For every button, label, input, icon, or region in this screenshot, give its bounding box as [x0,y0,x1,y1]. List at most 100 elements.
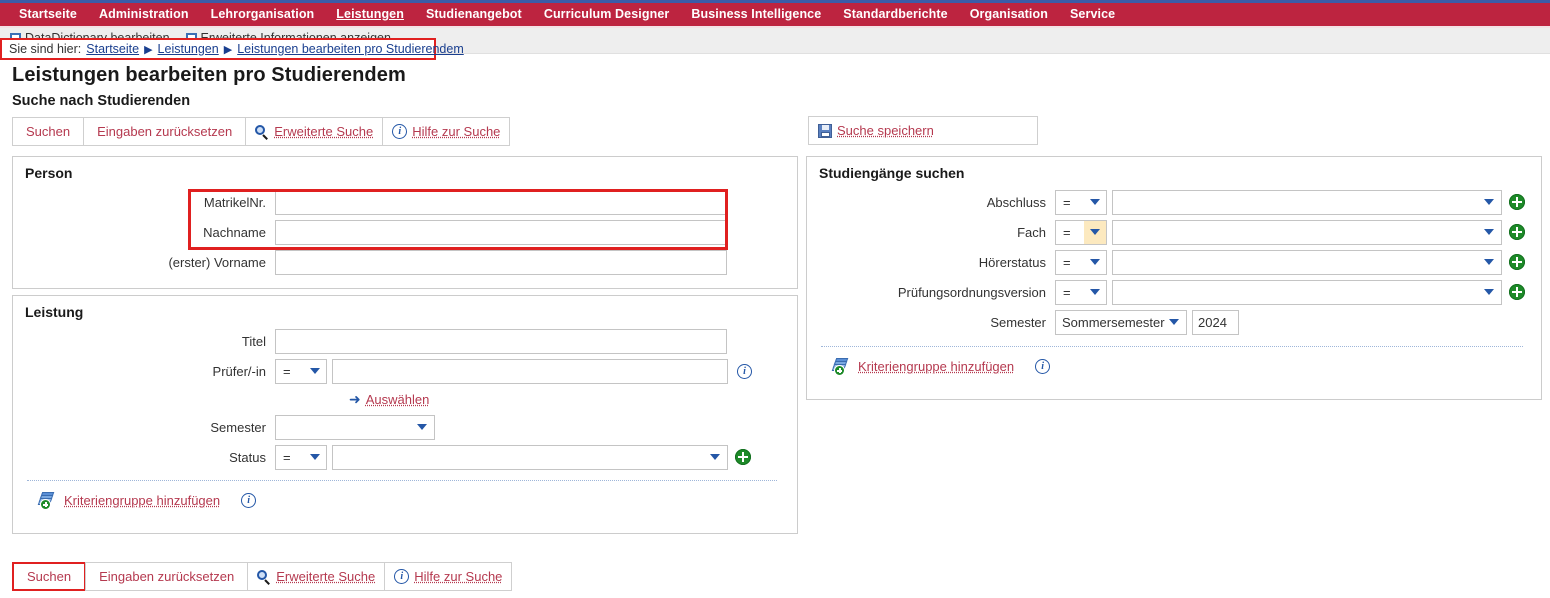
plus-circle-icon-fach[interactable] [1509,224,1525,240]
save-toolbar-spacer [942,116,1038,145]
select-semester-term-value: Sommersemester [1062,314,1165,330]
advanced-search-button-top[interactable]: Erweiterte Suche [245,117,384,146]
chevron-down-icon [1090,229,1100,235]
chevron-down-icon [1169,319,1179,325]
label-status: Status [229,449,266,465]
advanced-search-button-bottom[interactable]: Erweiterte Suche [247,562,386,591]
info-icon[interactable]: i [241,492,257,508]
nav-item-service[interactable]: Service [1059,3,1126,26]
label-pruefer: Prüfer/-in [212,363,266,379]
chevron-down-icon [1484,199,1494,205]
input-vorname[interactable] [275,249,727,275]
plus-circle-icon-abschluss[interactable] [1509,194,1525,210]
field-row-nachname: Nachname [23,217,787,247]
plus-circle-icon-pruefungsordnungsversion[interactable] [1509,284,1525,300]
auswaehlen-label: Auswählen [365,391,430,407]
breadcrumb-item-current[interactable]: Leistungen bearbeiten pro Studierendem [237,42,464,56]
arrow-right-icon: ➜ [349,390,361,407]
nav-item-curriculum-designer[interactable]: Curriculum Designer [533,3,681,26]
studiengaenge-panel: Studiengänge suchen Abschluss = Fach = H… [806,156,1542,400]
input-semester-year[interactable] [1192,309,1239,335]
search-form-columns: Person MatrikelNr. Nachname (erster) Vor… [0,156,1550,548]
info-icon[interactable]: i [737,363,752,379]
select-abschluss-operator[interactable]: = [1055,189,1107,215]
select-status-operator[interactable]: = [275,444,327,470]
nav-item-startseite[interactable]: Startseite [8,3,88,26]
field-row-pruefer: Prüfer/-in = i [23,356,787,386]
main-navigation: Startseite Administration Lehrorganisati… [0,3,1550,26]
nav-item-lehrorganisation[interactable]: Lehrorganisation [200,3,326,26]
nav-item-studienangebot[interactable]: Studienangebot [415,3,533,26]
add-criteria-group-left[interactable]: Kriteriengruppe hinzufügen i [23,492,787,509]
nav-item-standardberichte[interactable]: Standardberichte [832,3,958,26]
advanced-search-label: Erweiterte Suche [274,124,374,139]
page-title: Leistungen bearbeiten pro Studierendem [12,64,406,86]
chevron-down-icon [310,368,320,374]
select-hoererstatus-operator-value: = [1063,254,1071,270]
select-semester[interactable] [275,414,435,440]
search-button-top[interactable]: Suchen [12,117,85,146]
select-hoererstatus-operator[interactable]: = [1055,249,1107,275]
select-abschluss-value[interactable] [1112,189,1502,215]
input-nachname[interactable] [275,219,727,245]
help-search-label: Hilfe zur Suche [412,124,501,139]
help-search-button-bottom[interactable]: i Hilfe zur Suche [384,562,513,591]
select-semester-term[interactable]: Sommersemester [1055,309,1187,335]
input-titel[interactable] [275,328,727,354]
auswaehlen-link[interactable]: ➜ Auswählen [349,391,429,408]
search-toolbar-bottom: Suchen Eingaben zurücksetzen Erweiterte … [12,562,1550,591]
chevron-down-icon [417,424,427,430]
select-status-operator-value: = [283,449,291,465]
select-fach-operator[interactable]: = [1055,219,1107,245]
add-layers-icon [37,492,55,509]
label-semester-right: Semester [990,314,1046,330]
breadcrumb-item-startseite[interactable]: Startseite [86,42,139,56]
label-semester: Semester [210,419,266,435]
select-pruefungsordnungsversion-operator[interactable]: = [1055,279,1107,305]
magnifier-icon [255,124,269,140]
reset-button-top[interactable]: Eingaben zurücksetzen [83,117,247,146]
search-toolbar-top: Suchen Eingaben zurücksetzen Erweiterte … [12,117,1550,146]
studiengaenge-panel-legend: Studiengänge suchen [819,165,965,181]
nav-item-leistungen[interactable]: Leistungen [325,3,415,26]
chevron-down-icon [1090,289,1100,295]
input-pruefer[interactable] [332,358,728,384]
add-criteria-group-right[interactable]: Kriteriengruppe hinzufügen i [817,358,1531,375]
plus-circle-icon-status[interactable] [735,449,751,465]
person-panel: Person MatrikelNr. Nachname (erster) Vor… [12,156,798,289]
info-icon[interactable]: i [1035,358,1051,374]
label-nachname: Nachname [203,224,266,240]
breadcrumb-item-leistungen[interactable]: Leistungen [158,42,219,56]
label-titel: Titel [241,333,266,349]
person-panel-legend: Person [25,165,73,181]
input-matrikelnr[interactable] [275,189,727,215]
breadcrumb-lead: Sie sind hier: [9,42,82,56]
advanced-search-label: Erweiterte Suche [276,569,376,584]
plus-circle-icon-hoererstatus[interactable] [1509,254,1525,270]
chevron-down-icon [710,454,720,460]
select-hoererstatus-value[interactable] [1112,249,1502,275]
magnifier-icon [257,569,271,585]
save-search-button[interactable]: Suche speichern [808,116,944,145]
select-pruefungsordnungsversion-value[interactable] [1112,279,1502,305]
reset-button-bottom[interactable]: Eingaben zurücksetzen [85,562,249,591]
left-column: Person MatrikelNr. Nachname (erster) Vor… [12,156,798,534]
criteria-divider-right [821,346,1523,347]
nav-item-business-intelligence[interactable]: Business Intelligence [680,3,832,26]
select-pruefer-operator[interactable]: = [275,358,327,384]
breadcrumb-separator-icon: ▶ [144,43,153,56]
select-status-value[interactable] [332,444,728,470]
chevron-down-icon [1090,259,1100,265]
help-search-label: Hilfe zur Suche [414,569,503,584]
criteria-divider [27,480,777,481]
select-pruefer-operator-value: = [283,363,291,379]
select-fach-value[interactable] [1112,219,1502,245]
chevron-down-icon [1484,289,1494,295]
leistung-panel-legend: Leistung [25,304,84,320]
select-abschluss-operator-value: = [1063,194,1071,210]
nav-item-organisation[interactable]: Organisation [959,3,1059,26]
search-button-bottom[interactable]: Suchen [12,562,87,591]
nav-item-administration[interactable]: Administration [88,3,200,26]
help-search-button-top[interactable]: i Hilfe zur Suche [382,117,511,146]
info-icon: i [394,569,410,584]
